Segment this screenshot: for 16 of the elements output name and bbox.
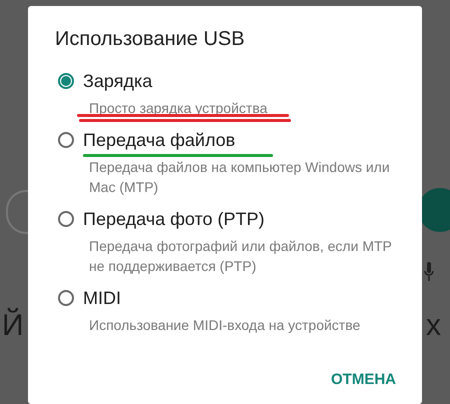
option-label[interactable]: Зарядка — [83, 70, 152, 92]
option-label[interactable]: Передача файлов — [83, 130, 236, 150]
option-label[interactable]: MIDI — [83, 288, 121, 308]
radio-button[interactable] — [58, 290, 74, 306]
option-description: Использование MIDI-входа на устройстве — [89, 316, 362, 335]
option-description: Передача файлов на компьютер Windows или Mac (MTP) — [89, 158, 391, 197]
option-label[interactable]: Передача фото (PTP) — [83, 208, 265, 230]
dialog-title: Использование USB — [55, 28, 246, 51]
radio-button[interactable] — [58, 132, 74, 148]
radio-button[interactable] — [58, 73, 74, 89]
radio-button[interactable] — [58, 211, 74, 227]
option-description: Передача фотографий или файлов, если MTP не поддерживается (PTP) — [89, 237, 393, 276]
option-description: Просто зарядка устройства — [89, 98, 402, 118]
background-text: х — [426, 308, 441, 344]
background-text: Й — [2, 308, 24, 344]
cancel-button[interactable]: ОТМЕНА — [327, 367, 400, 392]
